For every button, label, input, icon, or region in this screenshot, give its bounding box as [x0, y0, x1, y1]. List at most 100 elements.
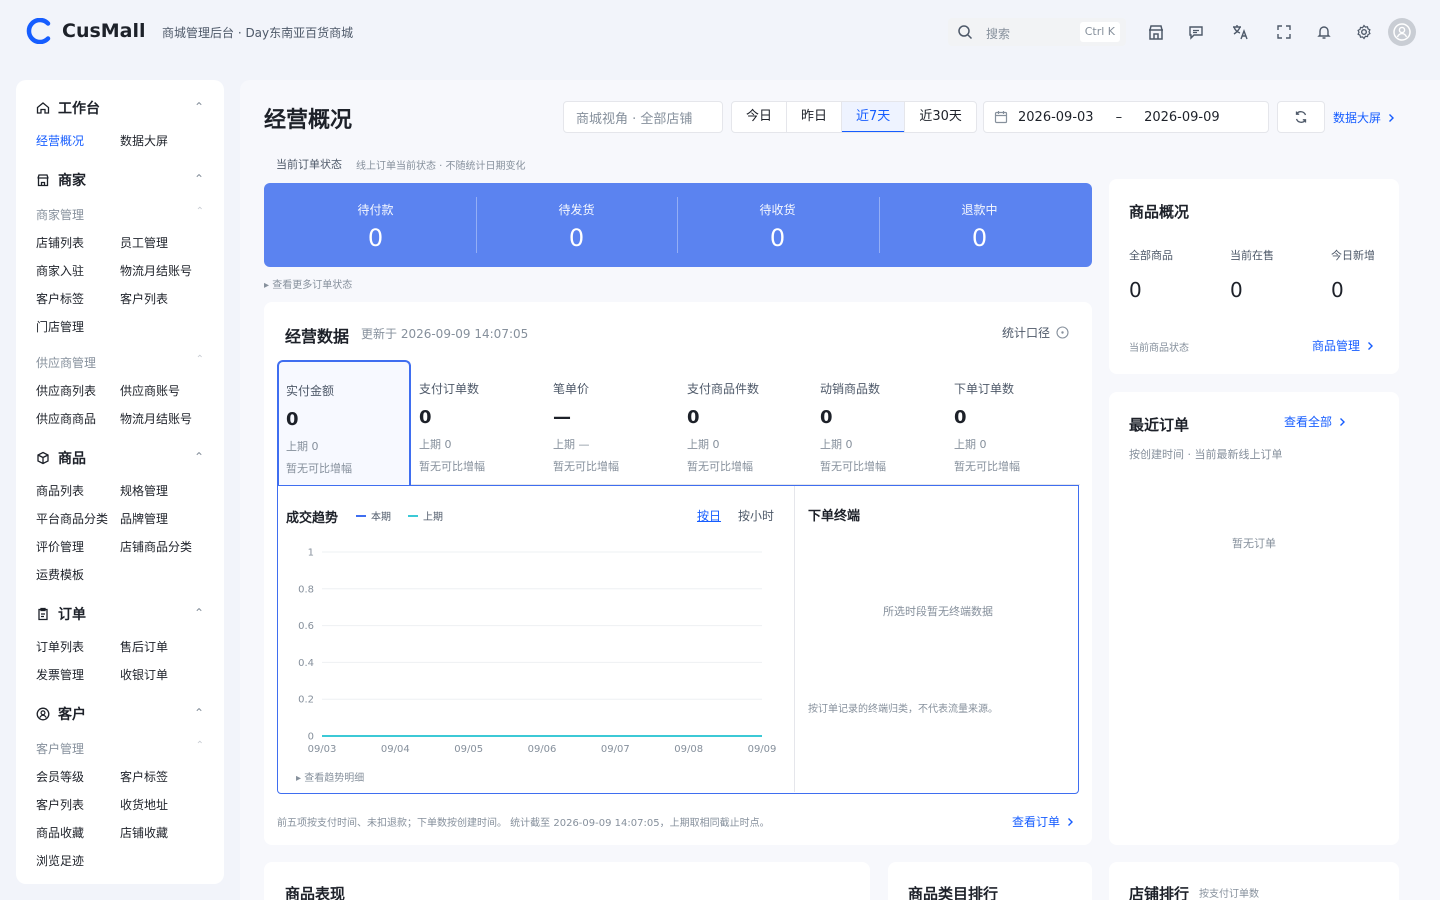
search-input[interactable]: 搜索 Ctrl K [948, 18, 1126, 46]
date-range-picker[interactable]: 2026-09-03 – 2026-09-09 [983, 101, 1269, 133]
sidebar-item-overview[interactable]: 经营概况 [36, 132, 84, 149]
metric-note: 暂无可比增幅 [954, 460, 1020, 473]
message-icon[interactable] [1184, 20, 1208, 44]
status-pending-shipment[interactable]: 待发货 0 [476, 183, 677, 267]
sidebar-item[interactable]: 运费模板 [36, 566, 84, 583]
chevron-up-icon[interactable]: ⌃ [194, 100, 204, 114]
sidebar-item[interactable]: 会员等级 [36, 768, 84, 785]
goods-manage-link[interactable]: 商品管理 [1312, 337, 1376, 354]
scope-select[interactable]: 商城视角 · 全部店铺 [563, 101, 723, 133]
sidebar-item[interactable]: 收货地址 [120, 796, 168, 813]
metric-value: 0 [419, 407, 432, 428]
metric-value: 0 [820, 407, 833, 428]
goods-stat-label: 今日新增 [1331, 249, 1375, 262]
metric-moving-goods[interactable]: 动销商品数 0 上期 0 暂无可比增幅 [812, 360, 946, 485]
sidebar-item[interactable]: 供应商商品 [36, 410, 96, 427]
sidebar-item[interactable]: 商家入驻 [36, 262, 84, 279]
sidebar-item[interactable]: 店铺列表 [36, 234, 84, 251]
metric-prev: 上期 0 [419, 438, 452, 451]
chevron-up-icon[interactable]: ⌃ [196, 354, 204, 365]
sidebar-item[interactable]: 浏览足迹 [36, 852, 84, 869]
status-refunding[interactable]: 退款中 0 [879, 183, 1080, 267]
more-status-link[interactable]: ▸ 查看更多订单状态 [264, 276, 352, 291]
metric-avg-price[interactable]: 笔单价 — 上期 — 暂无可比增幅 [545, 360, 679, 485]
sidebar-item[interactable]: 客户标签 [36, 290, 84, 307]
legend-current[interactable]: 本期 [356, 508, 391, 523]
date-start[interactable]: 2026-09-03 [1018, 110, 1094, 125]
terminal-empty: 所选时段暂无终端数据 [883, 605, 993, 618]
metric-paid-items[interactable]: 支付商品件数 0 上期 0 暂无可比增幅 [679, 360, 813, 485]
store-icon[interactable] [1144, 20, 1168, 44]
range-yesterday[interactable]: 昨日 [787, 102, 843, 132]
sidebar-item[interactable]: 员工管理 [120, 234, 168, 251]
sidebar-item[interactable]: 客户列表 [120, 290, 168, 307]
calendar-icon [994, 111, 1008, 124]
sidebar-group-merchant[interactable]: 商家 [36, 170, 86, 190]
sidebar-item[interactable]: 评价管理 [36, 538, 84, 555]
sidebar-subgroup-supplier-mgmt[interactable]: 供应商管理 [36, 354, 96, 371]
chevron-right-icon [1389, 113, 1395, 122]
sidebar-item[interactable]: 收银订单 [120, 666, 168, 683]
y-tick-label: 0.4 [298, 658, 314, 669]
sidebar-item[interactable]: 门店管理 [36, 318, 84, 335]
chevron-up-icon[interactable]: ⌃ [194, 706, 204, 720]
fullscreen-icon[interactable] [1272, 20, 1296, 44]
metric-prev: 上期 0 [687, 438, 720, 451]
sidebar-item[interactable]: 商品收藏 [36, 824, 84, 841]
sidebar-item[interactable]: 店铺商品分类 [120, 538, 192, 555]
sidebar-group-workbench[interactable]: 工作台 [36, 98, 100, 118]
chevron-up-icon[interactable]: ⌃ [194, 172, 204, 186]
sidebar-group-goods[interactable]: 商品 [36, 448, 86, 468]
sidebar-item[interactable]: 规格管理 [120, 482, 168, 499]
metric-placed-orders[interactable]: 下单订单数 0 上期 0 暂无可比增幅 [946, 360, 1080, 485]
date-end[interactable]: 2026-09-09 [1144, 110, 1220, 125]
sidebar-item[interactable]: 售后订单 [120, 638, 168, 655]
sidebar-item[interactable]: 物流月结账号 [120, 262, 192, 279]
recent-empty: 暂无订单 [1232, 537, 1276, 550]
sidebar-group-customers[interactable]: 客户 [36, 704, 86, 724]
x-tick-label: 09/06 [528, 744, 557, 755]
y-tick-label: 1 [308, 548, 314, 559]
sidebar-subgroup-customer-mgmt[interactable]: 客户管理 [36, 740, 84, 757]
range-today[interactable]: 今日 [732, 102, 788, 132]
sidebar-item[interactable]: 订单列表 [36, 638, 84, 655]
sidebar-group-orders[interactable]: 订单 [36, 604, 86, 624]
status-pending-receipt[interactable]: 待收货 0 [677, 183, 878, 267]
settings-icon[interactable] [1352, 20, 1376, 44]
sidebar-item[interactable]: 平台商品分类 [36, 510, 108, 527]
toggle-by-hour[interactable]: 按小时 [738, 507, 774, 524]
refresh-button[interactable] [1277, 101, 1325, 133]
toggle-by-day[interactable]: 按日 [697, 507, 721, 524]
caliber-link[interactable]: 统计口径 [1002, 324, 1069, 341]
sidebar-item[interactable]: 商品列表 [36, 482, 84, 499]
sidebar-subgroup-merchant-mgmt[interactable]: 商家管理 [36, 206, 84, 223]
legend-prev[interactable]: 上期 [408, 508, 443, 523]
sidebar-item[interactable]: 供应商列表 [36, 382, 96, 399]
chevron-up-icon[interactable]: ⌃ [196, 740, 204, 751]
trend-detail-link[interactable]: ▸ 查看趋势明细 [296, 769, 364, 784]
sidebar-item[interactable]: 客户标签 [120, 768, 168, 785]
y-tick-label: 0.6 [298, 621, 314, 632]
chevron-up-icon[interactable]: ⌃ [194, 450, 204, 464]
range-30days[interactable]: 近30天 [905, 102, 976, 132]
chevron-up-icon[interactable]: ⌃ [194, 606, 204, 620]
sidebar-item[interactable]: 供应商账号 [120, 382, 180, 399]
metric-paid-orders[interactable]: 支付订单数 0 上期 0 暂无可比增幅 [411, 360, 545, 485]
translate-icon[interactable] [1228, 20, 1252, 44]
metric-paid-amount[interactable]: 实付金额 0 上期 0 暂无可比增幅 [277, 360, 411, 485]
view-all-link[interactable]: 查看全部 [1284, 413, 1348, 430]
status-pending-payment[interactable]: 待付款 0 [275, 183, 476, 267]
chevron-up-icon[interactable]: ⌃ [196, 206, 204, 217]
bell-icon[interactable] [1312, 20, 1336, 44]
view-orders-link[interactable]: 查看订单 [1012, 813, 1076, 830]
range-7days[interactable]: 近7天 [842, 102, 906, 132]
user-avatar[interactable] [1388, 18, 1416, 46]
sidebar-item[interactable]: 物流月结账号 [120, 410, 192, 427]
sidebar-item[interactable]: 发票管理 [36, 666, 84, 683]
sidebar-item[interactable]: 店铺收藏 [120, 824, 168, 841]
sidebar-item[interactable]: 品牌管理 [120, 510, 168, 527]
sidebar-item-big-screen[interactable]: 数据大屏 [120, 132, 168, 149]
big-screen-link[interactable]: 数据大屏 [1333, 109, 1397, 126]
sidebar-item[interactable]: 客户列表 [36, 796, 84, 813]
user-icon [1393, 23, 1411, 41]
